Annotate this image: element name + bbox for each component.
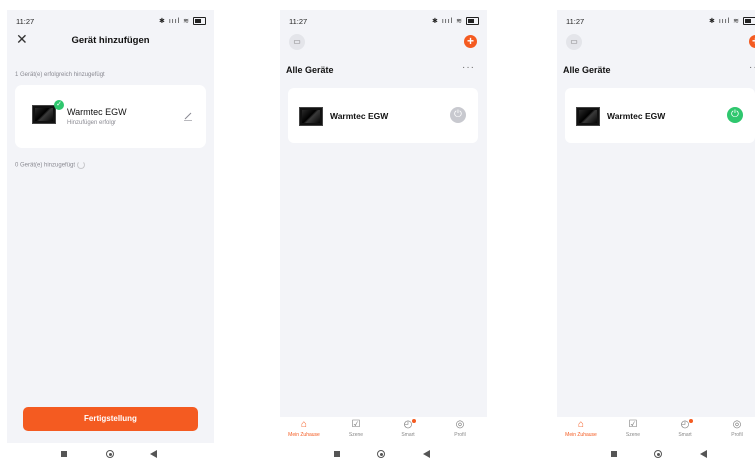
back-icon[interactable] — [700, 450, 707, 458]
tab-label: Mein Zuhause — [288, 432, 320, 438]
tab-label: Profil — [454, 432, 466, 438]
profile-icon: ◎ — [455, 419, 465, 430]
tab-profil[interactable]: ◎ Profil — [717, 419, 755, 438]
tab-szene[interactable]: ☑ Szene — [613, 419, 653, 438]
checkbox-icon: ☑ — [351, 419, 361, 430]
status-time: 11:27 — [289, 17, 308, 26]
status-bar: 11:27 ✱ ıııl ≋ — [280, 16, 487, 28]
status-time: 11:27 — [566, 17, 585, 26]
more-options-icon[interactable]: ··· — [462, 62, 475, 73]
profile-icon: ◎ — [732, 419, 742, 430]
power-icon[interactable]: ⏻ — [450, 107, 466, 123]
android-nav-bar — [557, 449, 755, 459]
tab-label: Mein Zuhause — [565, 432, 597, 438]
loading-spinner-icon — [77, 161, 86, 169]
notification-dot — [689, 419, 693, 423]
tab-label: Smart — [678, 432, 692, 438]
tab-label: Profil — [731, 432, 743, 438]
added-success-label: 1 Gerät(e) erfolgreich hinzugefügt — [15, 72, 105, 78]
status-bar: 11:27 ✱ ıııl ≋ — [7, 16, 214, 28]
home-nav-icon[interactable] — [654, 450, 662, 458]
tab-bar: ⌂ Mein Zuhause ☑ Szene ◴ Smart ◎ Profil — [280, 417, 487, 443]
battery-icon — [466, 17, 479, 26]
android-nav-bar — [7, 449, 214, 459]
home-nav-icon[interactable] — [106, 450, 114, 458]
section-title: Alle Geräte — [286, 65, 334, 75]
adding-label: 0 Gerät(e) hinzugefügt — [15, 162, 76, 169]
device-thumbnail — [576, 107, 600, 126]
status-icons: ✱ ıııl ≋ — [432, 17, 479, 26]
tab-mein-zuhause[interactable]: ⌂ Mein Zuhause — [284, 419, 324, 438]
device-card[interactable]: Warmtec EGW ⏻ — [288, 88, 478, 143]
status-signal-icons: ✱ ıııl ≋ — [159, 18, 191, 25]
home-icon: ⌂ — [577, 419, 585, 430]
phone-screen-add-device: 11:27 ✱ ıııl ≋ ✕ Gerät hinzufügen 1 Gerä… — [7, 10, 214, 443]
more-options-icon[interactable]: ··· — [749, 62, 755, 73]
device-card[interactable]: ✓ Warmtec EGW Hinzufügen erfolgr — [15, 85, 206, 148]
tab-label: Szene — [348, 432, 364, 438]
tab-smart[interactable]: ◴ Smart — [665, 419, 705, 438]
tab-label: Szene — [625, 432, 641, 438]
add-device-button[interactable]: + — [464, 35, 477, 48]
android-nav-bar — [280, 449, 487, 459]
device-card[interactable]: Warmtec EGW ⏻ — [565, 88, 755, 143]
device-name: Warmtec EGW — [607, 111, 666, 121]
device-thumbnail — [32, 105, 56, 124]
status-time: 11:27 — [16, 17, 35, 26]
device-thumbnail — [299, 107, 323, 126]
home-icon: ⌂ — [300, 419, 308, 430]
home-avatar-icon[interactable]: ▭ — [289, 34, 305, 50]
recents-icon[interactable] — [611, 451, 617, 457]
tab-mein-zuhause[interactable]: ⌂ Mein Zuhause — [561, 419, 601, 438]
checkbox-icon: ☑ — [628, 419, 638, 430]
device-name: Warmtec EGW — [330, 111, 389, 121]
phone-screen-device-list-on: 11:27 ✱ ıııl ≋ ▭ + Alle Geräte ··· Warmt… — [557, 10, 755, 443]
page-title: Gerät hinzufügen — [71, 35, 150, 46]
device-status: Hinzufügen erfolgr — [67, 120, 117, 126]
tab-bar: ⌂ Mein Zuhause ☑ Szene ◴ Smart ◎ Profil — [557, 417, 755, 443]
smart-icon: ◴ — [388, 419, 428, 431]
power-icon[interactable]: ⏻ — [727, 107, 743, 123]
edit-icon[interactable] — [183, 111, 193, 121]
adding-row: 0 Gerät(e) hinzugefügt — [15, 161, 86, 169]
recents-icon[interactable] — [334, 451, 340, 457]
tab-smart[interactable]: ◴ Smart — [388, 419, 428, 438]
smart-icon: ◴ — [665, 419, 705, 431]
finish-button[interactable]: Fertigstellung — [23, 407, 198, 431]
status-signal-icons: ✱ ıııl ≋ — [709, 18, 741, 25]
recents-icon[interactable] — [61, 451, 67, 457]
home-avatar-icon[interactable]: ▭ — [566, 34, 582, 50]
status-bar: 11:27 ✱ ıııl ≋ — [557, 16, 755, 28]
phone-screen-device-list-off: 11:27 ✱ ıııl ≋ ▭ + Alle Geräte ··· Warmt… — [280, 10, 487, 443]
battery-icon — [193, 17, 206, 26]
status-icons: ✱ ıııl ≋ — [709, 17, 755, 26]
device-name: Warmtec EGW — [67, 107, 127, 117]
tab-label: Smart — [401, 432, 415, 438]
notification-dot — [412, 419, 416, 423]
add-device-button[interactable]: + — [749, 35, 755, 48]
back-icon[interactable] — [150, 450, 157, 458]
battery-icon — [743, 17, 755, 26]
status-signal-icons: ✱ ıııl ≋ — [432, 18, 464, 25]
section-title: Alle Geräte — [563, 65, 611, 75]
tab-szene[interactable]: ☑ Szene — [336, 419, 376, 438]
check-icon: ✓ — [54, 100, 64, 110]
status-icons: ✱ ıııl ≋ — [159, 17, 206, 26]
home-nav-icon[interactable] — [377, 450, 385, 458]
back-icon[interactable] — [423, 450, 430, 458]
tab-profil[interactable]: ◎ Profil — [440, 419, 480, 438]
